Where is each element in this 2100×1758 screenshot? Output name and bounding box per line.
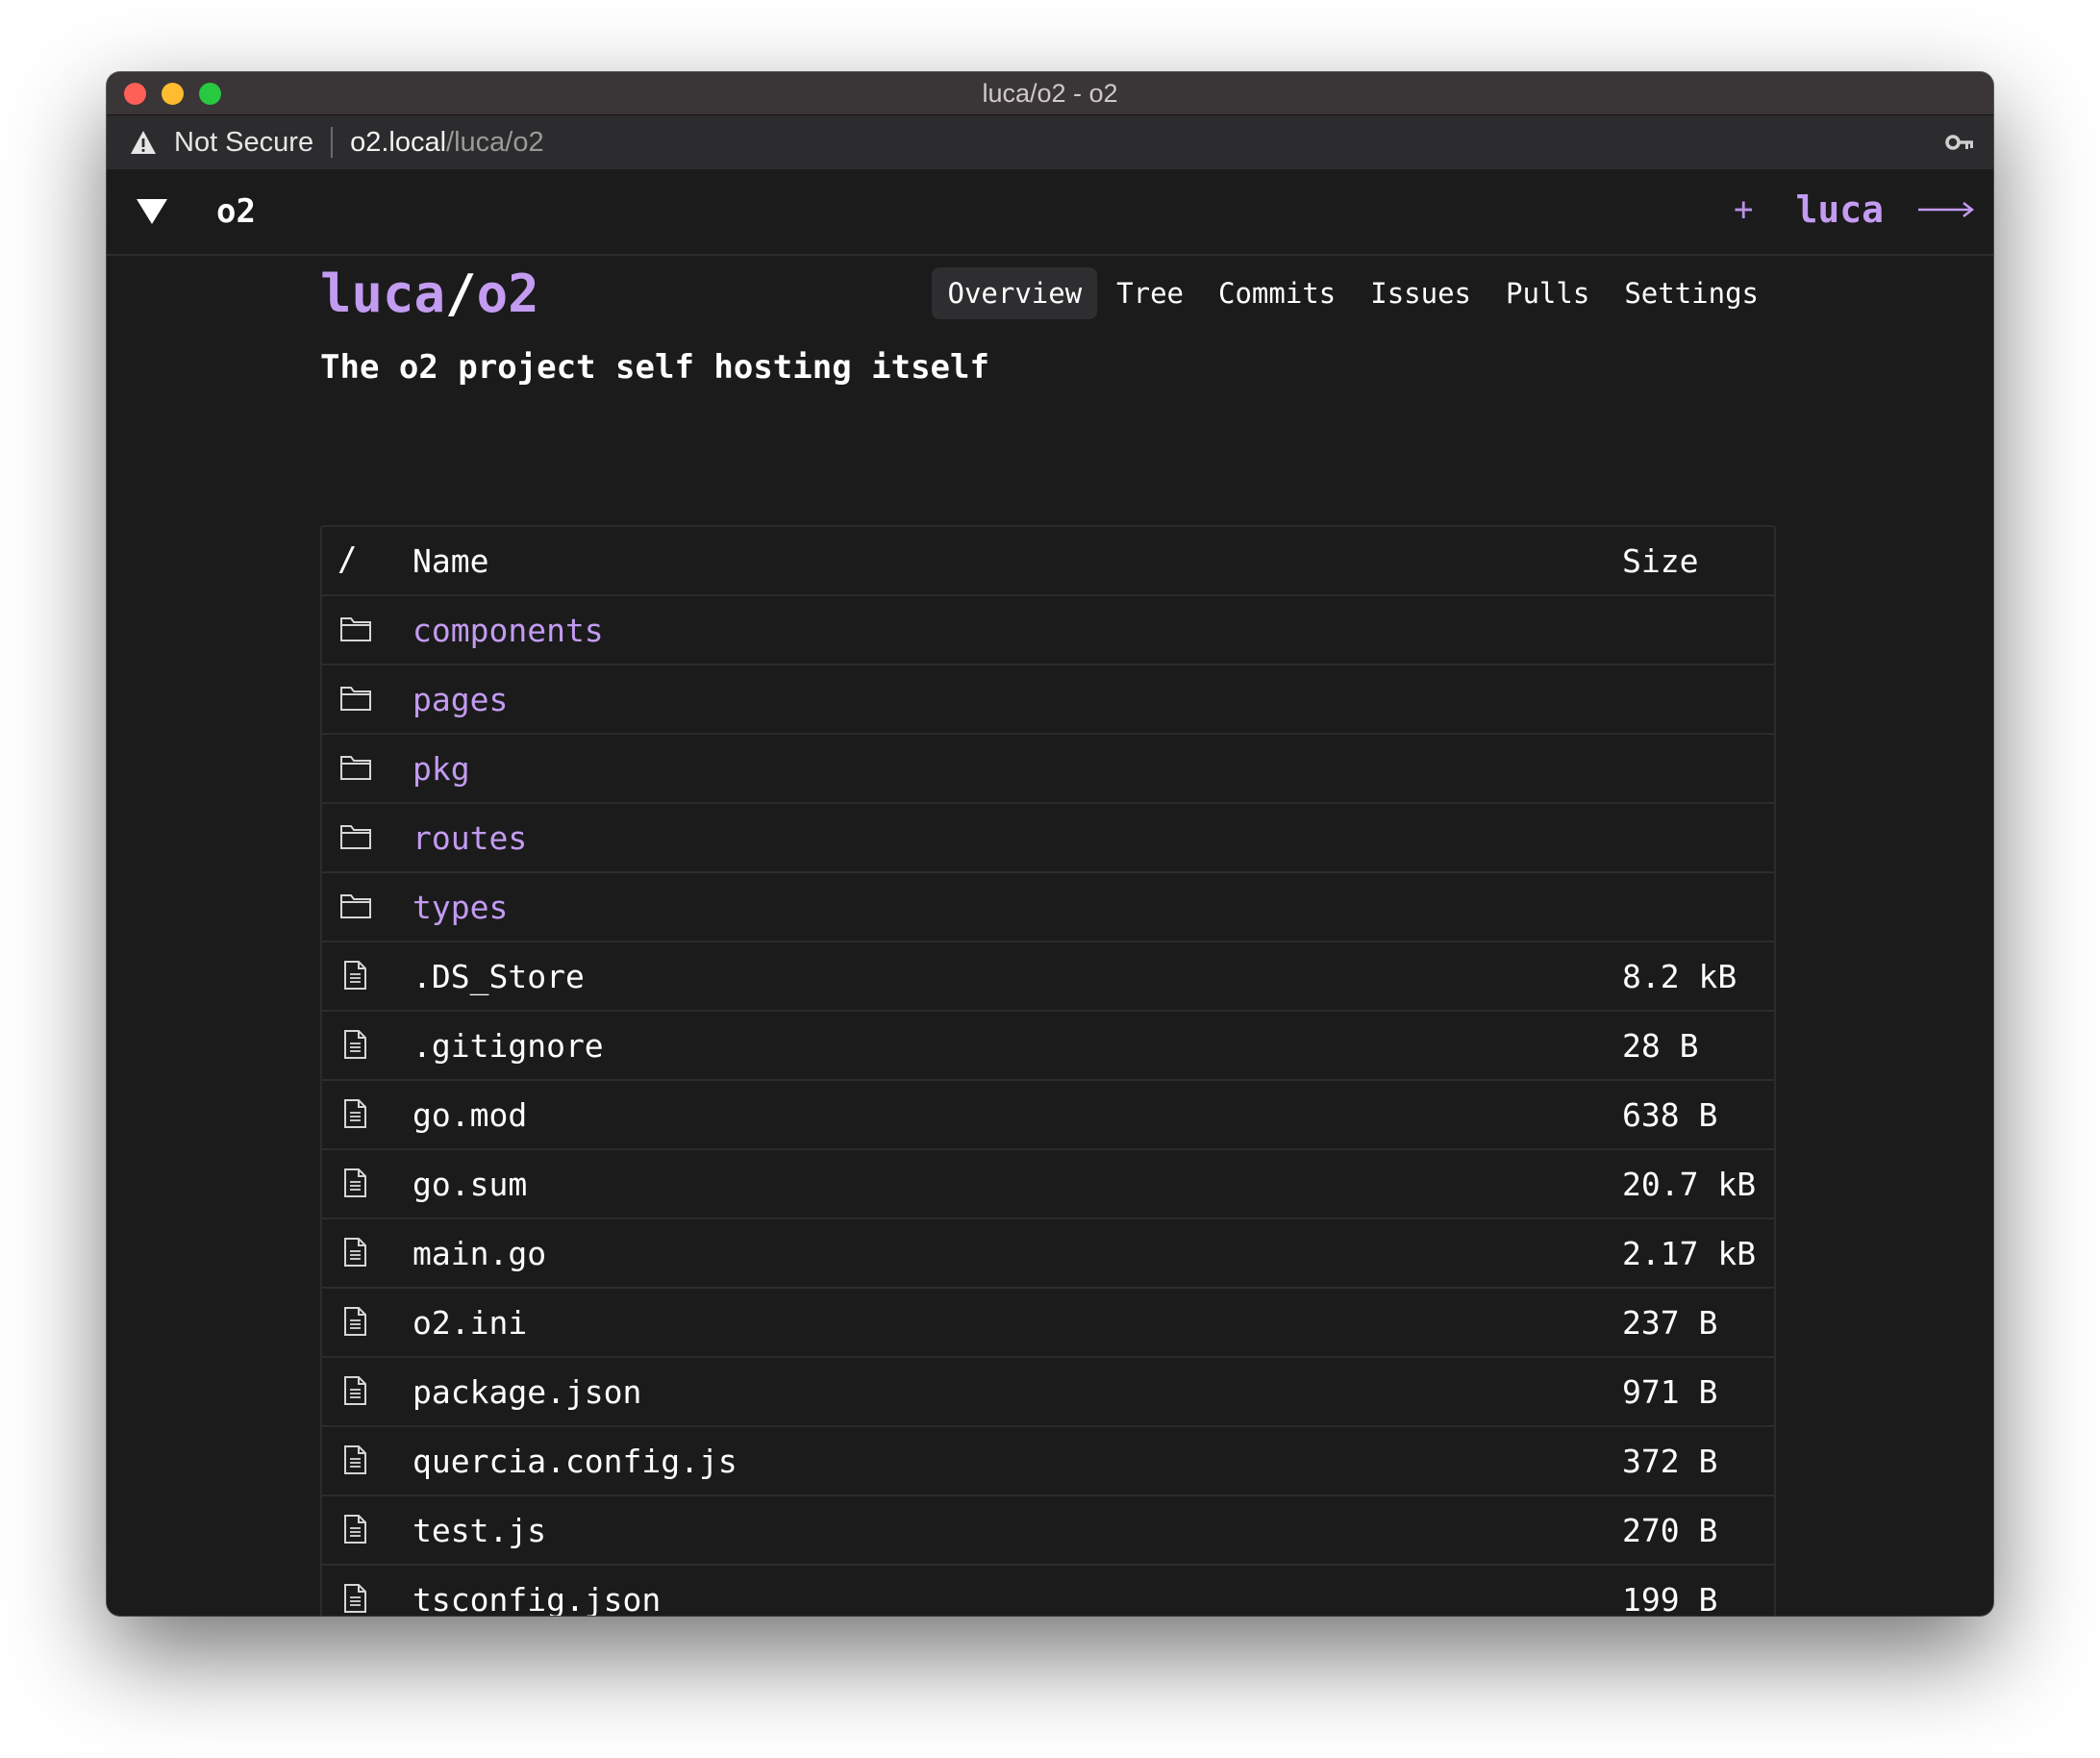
- tab-issues[interactable]: Issues: [1355, 267, 1487, 319]
- file-icon: [344, 1099, 366, 1128]
- folder-row[interactable]: pkg: [322, 735, 1774, 804]
- size-column-header: Size: [1622, 541, 1699, 580]
- folder-icon: [340, 894, 371, 918]
- file-row[interactable]: main.go 2.17 kB: [322, 1219, 1774, 1289]
- file-row[interactable]: package.json 971 B: [322, 1358, 1774, 1427]
- file-size: 638 B: [1622, 1095, 1718, 1134]
- file-icon: [344, 1307, 366, 1336]
- folder-name-link[interactable]: pkg: [412, 750, 1622, 788]
- folder-row[interactable]: pages: [322, 666, 1774, 735]
- repo-header: luca/o2 Overview Tree Commits Issues Pul…: [320, 254, 1774, 340]
- file-row[interactable]: tsconfig.json 199 B: [322, 1566, 1774, 1616]
- file-name-link[interactable]: test.js: [412, 1512, 1622, 1549]
- tab-settings[interactable]: Settings: [1609, 267, 1774, 319]
- new-button[interactable]: +: [1734, 190, 1753, 229]
- file-icon: [344, 1168, 366, 1197]
- repo-tabs: Overview Tree Commits Issues Pulls Setti…: [932, 267, 1774, 319]
- repo-title-separator: /: [445, 264, 477, 324]
- file-table: / Name Size components pages pkg routes type…: [320, 525, 1776, 1616]
- file-name-link[interactable]: quercia.config.js: [412, 1443, 1622, 1480]
- tab-commits[interactable]: Commits: [1203, 267, 1351, 319]
- file-icon: [344, 1515, 366, 1544]
- url-host: o2.local: [350, 126, 447, 158]
- file-row[interactable]: go.mod 638 B: [322, 1081, 1774, 1150]
- file-row[interactable]: go.sum 20.7 kB: [322, 1150, 1774, 1219]
- file-name-link[interactable]: tsconfig.json: [412, 1581, 1622, 1617]
- url-path: /luca/o2: [446, 126, 544, 158]
- file-name-link[interactable]: go.mod: [412, 1096, 1622, 1134]
- tab-tree[interactable]: Tree: [1101, 267, 1199, 319]
- nav-actions: + luca: [1734, 188, 1974, 231]
- file-size: 270 B: [1622, 1511, 1718, 1549]
- title-bar: luca/o2 - o2: [107, 72, 1993, 115]
- folder-name-link[interactable]: pages: [412, 681, 1622, 718]
- username-link[interactable]: luca: [1795, 188, 1884, 231]
- file-size: 199 B: [1622, 1580, 1718, 1617]
- file-icon: [344, 1238, 366, 1267]
- brand-name[interactable]: o2: [216, 192, 256, 231]
- file-size: 971 B: [1622, 1372, 1718, 1411]
- repo-title: luca/o2: [320, 264, 539, 324]
- file-icon: [344, 1030, 366, 1059]
- file-size: 8.2 kB: [1622, 957, 1738, 995]
- file-size: 20.7 kB: [1622, 1165, 1757, 1203]
- folder-row[interactable]: types: [322, 873, 1774, 942]
- file-name-link[interactable]: package.json: [412, 1373, 1622, 1411]
- folder-row[interactable]: routes: [322, 804, 1774, 873]
- file-row[interactable]: test.js 270 B: [322, 1496, 1774, 1566]
- file-name-link[interactable]: go.sum: [412, 1166, 1622, 1203]
- repo-name-link[interactable]: o2: [477, 264, 539, 324]
- file-icon: [344, 1584, 366, 1613]
- file-row[interactable]: o2.ini 237 B: [322, 1289, 1774, 1358]
- file-size: 372 B: [1622, 1442, 1718, 1480]
- folder-icon: [340, 617, 371, 641]
- folder-row[interactable]: components: [322, 596, 1774, 666]
- file-row[interactable]: .gitignore 28 B: [322, 1012, 1774, 1081]
- file-icon: [344, 1445, 366, 1474]
- site-navbar: o2 + luca: [107, 169, 1993, 256]
- file-name-link[interactable]: main.go: [412, 1235, 1622, 1272]
- key-icon[interactable]: [1945, 129, 1974, 156]
- file-table-header: / Name Size: [322, 527, 1774, 596]
- browser-window: luca/o2 - o2 Not Secure o2.local/luca/o2…: [107, 72, 1993, 1616]
- repo-owner-link[interactable]: luca: [320, 264, 445, 324]
- url-text[interactable]: o2.local/luca/o2: [350, 127, 544, 159]
- tab-overview[interactable]: Overview: [932, 267, 1098, 319]
- name-column-header: Name: [412, 541, 489, 580]
- folder-icon: [340, 825, 371, 849]
- address-divider: [331, 127, 334, 158]
- path-root[interactable]: /: [338, 540, 357, 579]
- folder-name-link[interactable]: components: [412, 612, 1622, 649]
- file-icon: [344, 1376, 366, 1405]
- logout-arrow-icon[interactable]: [1918, 200, 1974, 219]
- folder-icon: [340, 756, 371, 780]
- file-name-link[interactable]: o2.ini: [412, 1304, 1622, 1342]
- address-bar[interactable]: Not Secure o2.local/luca/o2: [107, 115, 1993, 169]
- file-row[interactable]: .DS_Store 8.2 kB: [322, 942, 1774, 1012]
- file-row[interactable]: quercia.config.js 372 B: [322, 1427, 1774, 1496]
- folder-icon: [340, 687, 371, 711]
- security-label[interactable]: Not Secure: [174, 127, 313, 159]
- file-name-link[interactable]: .DS_Store: [412, 958, 1622, 995]
- warning-icon: [131, 131, 156, 154]
- repo-content: luca/o2 Overview Tree Commits Issues Pul…: [320, 254, 1776, 1616]
- o2-logo-icon[interactable]: [136, 198, 168, 225]
- file-size: 2.17 kB: [1622, 1234, 1757, 1272]
- file-size: 28 B: [1622, 1026, 1699, 1065]
- folder-name-link[interactable]: types: [412, 889, 1622, 926]
- file-name-link[interactable]: .gitignore: [412, 1027, 1622, 1065]
- repo-description: The o2 project self hosting itself: [320, 348, 989, 387]
- file-icon: [344, 961, 366, 990]
- folder-name-link[interactable]: routes: [412, 819, 1622, 857]
- window-title: luca/o2 - o2: [982, 79, 1118, 108]
- file-size: 237 B: [1622, 1303, 1718, 1342]
- tab-pulls[interactable]: Pulls: [1490, 267, 1605, 319]
